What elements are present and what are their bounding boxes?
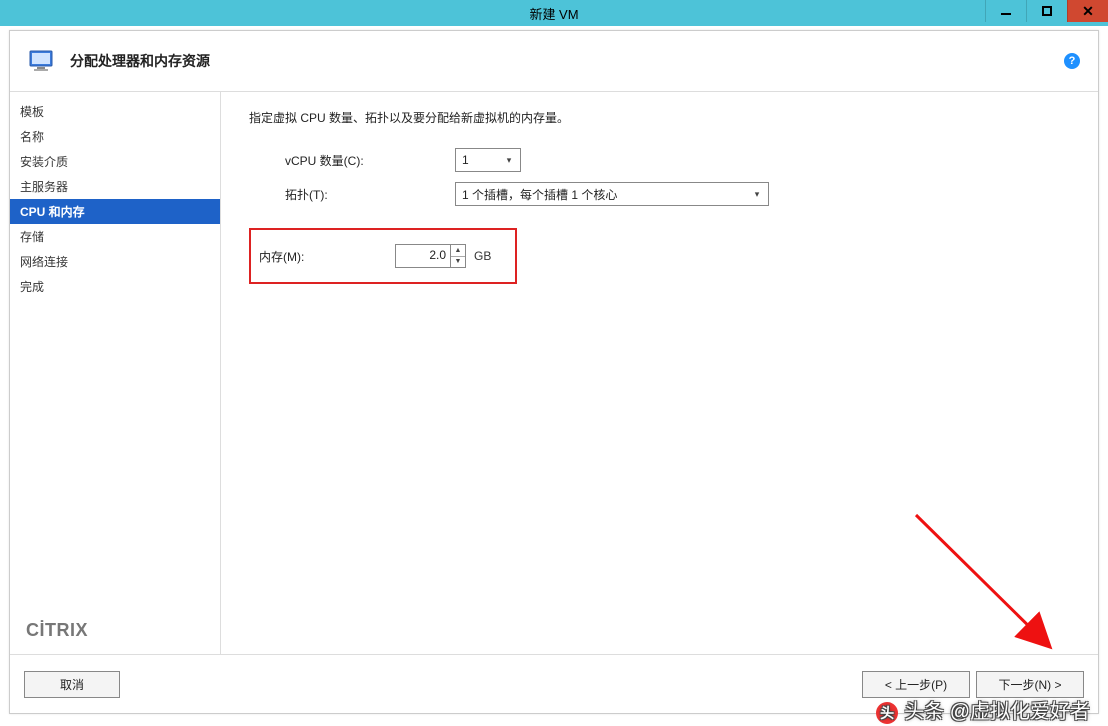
memory-value[interactable]: 2.0: [396, 245, 450, 267]
sidebar-item-home-server[interactable]: 主服务器: [10, 174, 220, 199]
topology-value: 1 个插槽，每个插槽 1 个核心: [462, 186, 617, 203]
sidebar-item-name[interactable]: 名称: [10, 124, 220, 149]
watermark-text: 头条 @虚拟化爱好者: [904, 701, 1090, 723]
spin-down-icon[interactable]: ▼: [451, 257, 465, 268]
minimize-button[interactable]: [985, 0, 1026, 22]
memory-unit: GB: [474, 249, 491, 263]
citrix-brand: CİTRIX: [26, 620, 88, 641]
sidebar-item-networking[interactable]: 网络连接: [10, 249, 220, 274]
previous-button[interactable]: < 上一步(P): [862, 671, 970, 698]
topology-label: 拓扑(T):: [249, 186, 455, 203]
dialog-title: 分配处理器和内存资源: [70, 51, 210, 71]
spin-up-icon[interactable]: ▲: [451, 245, 465, 257]
vcpu-select[interactable]: 1 ▾: [455, 148, 521, 172]
vcpu-label: vCPU 数量(C):: [249, 152, 455, 169]
memory-highlight-box: 内存(M): 2.0 ▲ ▼ GB: [249, 228, 517, 284]
vcpu-value: 1: [462, 153, 469, 167]
help-icon[interactable]: ?: [1064, 53, 1080, 69]
window-title: 新建 VM: [0, 4, 1108, 23]
maximize-button[interactable]: [1026, 0, 1067, 22]
sidebar-item-install-media[interactable]: 安装介质: [10, 149, 220, 174]
close-button[interactable]: ✕: [1067, 0, 1108, 22]
dialog-header: 分配处理器和内存资源 ?: [10, 31, 1098, 92]
topology-select[interactable]: 1 个插槽，每个插槽 1 个核心 ▾: [455, 182, 769, 206]
sidebar-item-cpu-memory[interactable]: CPU 和内存: [10, 199, 220, 224]
memory-label: 内存(M):: [259, 248, 387, 265]
content-description: 指定虚拟 CPU 数量、拓扑以及要分配给新虚拟机的内存量。: [249, 109, 1070, 126]
watermark: 头头条 @虚拟化爱好者: [876, 695, 1090, 724]
wizard-content: 指定虚拟 CPU 数量、拓扑以及要分配给新虚拟机的内存量。 vCPU 数量(C)…: [221, 91, 1098, 655]
cancel-button[interactable]: 取消: [24, 671, 120, 698]
title-bar: 新建 VM ✕: [0, 0, 1108, 26]
memory-stepper[interactable]: 2.0 ▲ ▼: [395, 244, 466, 268]
sidebar-item-template[interactable]: 模板: [10, 99, 220, 124]
watermark-logo-icon: 头: [876, 702, 898, 724]
wizard-sidebar: 模板 名称 安装介质 主服务器 CPU 和内存 存储 网络连接 完成 CİTRI…: [10, 91, 221, 655]
next-button[interactable]: 下一步(N) >: [976, 671, 1084, 698]
chevron-down-icon: ▾: [752, 189, 762, 200]
wizard-dialog: 分配处理器和内存资源 ? 模板 名称 安装介质 主服务器 CPU 和内存 存储 …: [9, 30, 1099, 714]
chevron-down-icon: ▾: [504, 155, 514, 166]
monitor-icon: [28, 49, 56, 73]
sidebar-item-storage[interactable]: 存储: [10, 224, 220, 249]
sidebar-item-finish[interactable]: 完成: [10, 274, 220, 299]
